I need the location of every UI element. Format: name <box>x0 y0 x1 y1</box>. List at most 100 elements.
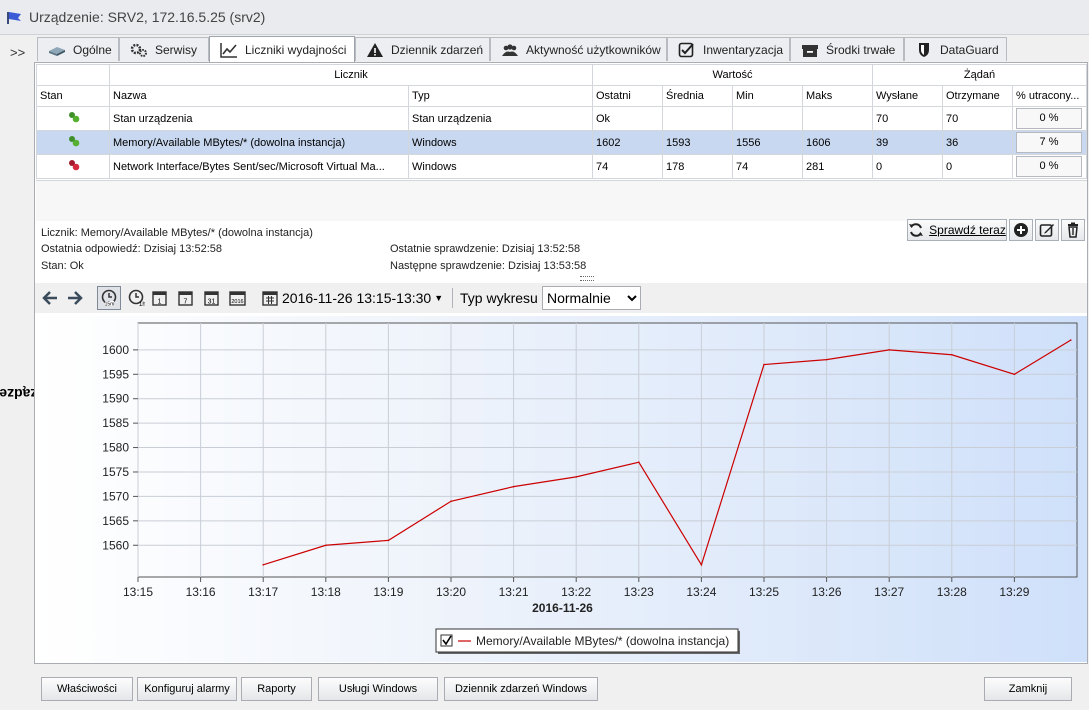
column-header-sent[interactable]: Wysłane <box>872 85 943 107</box>
last-check-text: Ostatnie sprawdzenie: Dzisiaj 13:52:58 <box>390 243 581 255</box>
splitter-grip[interactable] <box>580 276 594 281</box>
max-cell <box>802 106 873 131</box>
group-header-counter: Licznik <box>109 64 593 86</box>
window-titlebar: Urządzenie: SRV2, 172.16.5.25 (srv2) <box>0 0 1089 35</box>
column-header-last[interactable]: Ostatni <box>592 85 663 107</box>
column-header-min[interactable]: Min <box>732 85 803 107</box>
column-header-name[interactable]: Nazwa <box>109 85 409 107</box>
calendar-7-icon[interactable]: 7 <box>177 289 195 307</box>
lost-percent-box: 0 % <box>1016 156 1082 177</box>
column-header-type[interactable]: Typ <box>408 85 593 107</box>
date-range-picker[interactable]: 2016-11-26 13:15-13:30 ▼ <box>262 288 443 308</box>
x-tick-label: 13:28 <box>937 585 967 599</box>
table-row[interactable]: Stan urządzenia Stan urządzenia Ok 70 70… <box>36 106 1087 131</box>
plot-frame <box>137 322 1078 578</box>
sent-cell: 0 <box>872 154 943 179</box>
data-point <box>325 544 327 547</box>
status-cell <box>36 106 110 131</box>
column-header-status[interactable]: Stan <box>36 85 110 107</box>
properties-button[interactable]: Właściwości <box>41 677 133 701</box>
x-tick-label: 13:22 <box>561 585 591 599</box>
tab-dataguard[interactable]: DataGuard <box>904 37 1007 61</box>
calendar-31-icon[interactable]: 31 <box>203 289 221 307</box>
line-chart: 13:15 13:16 13:17 13:18 13:19 13:20 13:21 13:22… <box>102 322 1078 654</box>
column-header-max[interactable]: Maks <box>802 85 873 107</box>
configure-alarms-button[interactable]: Konfiguruj alarmy <box>137 677 237 701</box>
reports-button[interactable]: Raporty <box>241 677 312 701</box>
tab-general[interactable]: Ogólne <box>37 37 119 61</box>
tab-event-log[interactable]: Dziennik zdarzeń <box>355 37 490 61</box>
tab-services[interactable]: Serwisy <box>119 37 209 61</box>
gears-icon <box>130 43 147 57</box>
calendar-1-icon[interactable]: 1 <box>151 289 169 307</box>
forward-arrow-icon[interactable] <box>66 289 84 307</box>
column-header-average[interactable]: Średnia <box>662 85 733 107</box>
received-cell: 0 <box>942 154 1013 179</box>
x-tick-label: 13:29 <box>999 585 1029 599</box>
lost-percent-box: 0 % <box>1016 108 1082 129</box>
x-tick-label: 13:17 <box>248 585 278 599</box>
y-tick-label: 1590 <box>102 392 129 406</box>
data-point <box>512 485 515 488</box>
last-cell: 74 <box>592 154 663 179</box>
name-cell: Memory/Available MBytes/* (dowolna insta… <box>109 130 409 155</box>
name-cell: Stan urządzenia <box>109 106 409 131</box>
clock-15m-icon: 15m <box>101 289 117 307</box>
x-tick-label: 13:15 <box>123 585 153 599</box>
users-icon <box>502 43 518 56</box>
edit-counter-button[interactable] <box>1035 219 1059 241</box>
average-cell: 178 <box>662 154 733 179</box>
clock-1h-icon[interactable]: 1h <box>127 289 145 307</box>
legend-label: Memory/Available MBytes/* (dowolna insta… <box>476 634 729 648</box>
table-row[interactable]: Memory/Available MBytes/* (dowolna insta… <box>36 130 1087 155</box>
date-range-text: 2016-11-26 13:15-13:30 <box>282 290 432 306</box>
svg-text:2016: 2016 <box>231 299 243 305</box>
min-cell <box>732 106 803 131</box>
add-counter-button[interactable] <box>1009 219 1033 241</box>
min-cell: 74 <box>732 154 803 179</box>
column-header-lost[interactable]: % utracony... <box>1012 85 1087 107</box>
back-arrow-icon[interactable] <box>41 289 59 307</box>
svg-text:31: 31 <box>208 299 216 306</box>
data-point <box>638 461 640 464</box>
column-header-received[interactable]: Otrzymane <box>942 85 1013 107</box>
y-tick-label: 1580 <box>102 441 129 455</box>
expand-sidebar-button[interactable]: >> <box>10 45 25 60</box>
chevron-down-icon: ▼ <box>434 293 444 303</box>
y-tick-label: 1595 <box>102 367 129 381</box>
sent-cell: 39 <box>872 130 943 155</box>
min-cell: 1556 <box>732 130 803 155</box>
svg-text:7: 7 <box>184 299 188 306</box>
lost-cell: 0 % <box>1012 106 1087 131</box>
edit-icon <box>1039 224 1054 237</box>
tab-inventory[interactable]: Inwentaryzacja <box>667 37 790 61</box>
tab-performance-counters[interactable]: Liczniki wydajności <box>209 36 355 62</box>
svg-text:1h: 1h <box>139 302 145 307</box>
server-icon <box>49 46 65 56</box>
windows-event-log-button[interactable]: Dziennik zdarzeń Windows <box>444 677 598 701</box>
status-ok-icon <box>69 112 80 123</box>
x-axis-title: 2016-11-26 <box>532 601 593 615</box>
calendar-year-icon[interactable]: 2016 <box>229 289 247 307</box>
state-text: Stan: Ok <box>41 260 84 272</box>
y-tick-label: 1570 <box>102 489 129 503</box>
close-button[interactable]: Zamknij <box>984 677 1072 701</box>
tab-fixed-assets[interactable]: Środki trwałe <box>790 37 904 61</box>
range-15m-button[interactable]: 15m <box>97 286 121 310</box>
refresh-icon <box>909 223 924 237</box>
windows-services-button[interactable]: Usługi Windows <box>318 677 438 701</box>
lost-cell: 0 % <box>1012 154 1087 179</box>
table-empty-area <box>36 180 1087 221</box>
check-now-button[interactable]: Sprawdź teraz <box>907 219 1007 241</box>
tab-user-activity[interactable]: Aktywność użytkowników <box>490 37 667 61</box>
data-point <box>450 500 452 503</box>
delete-counter-button[interactable] <box>1061 219 1085 241</box>
group-header-requests: Żądań <box>872 64 1087 86</box>
window-title: Urządzenie: SRV2, 172.16.5.25 (srv2) <box>29 9 266 25</box>
received-cell: 36 <box>942 130 1013 155</box>
max-cell: 281 <box>802 154 873 179</box>
last-response-text: Ostatnia odpowiedź: Dzisiaj 13:52:58 <box>41 243 222 255</box>
data-point <box>387 539 390 542</box>
table-row[interactable]: Network Interface/Bytes Sent/sec/Microso… <box>36 154 1087 179</box>
chart-type-select[interactable]: Normalnie <box>542 286 641 310</box>
